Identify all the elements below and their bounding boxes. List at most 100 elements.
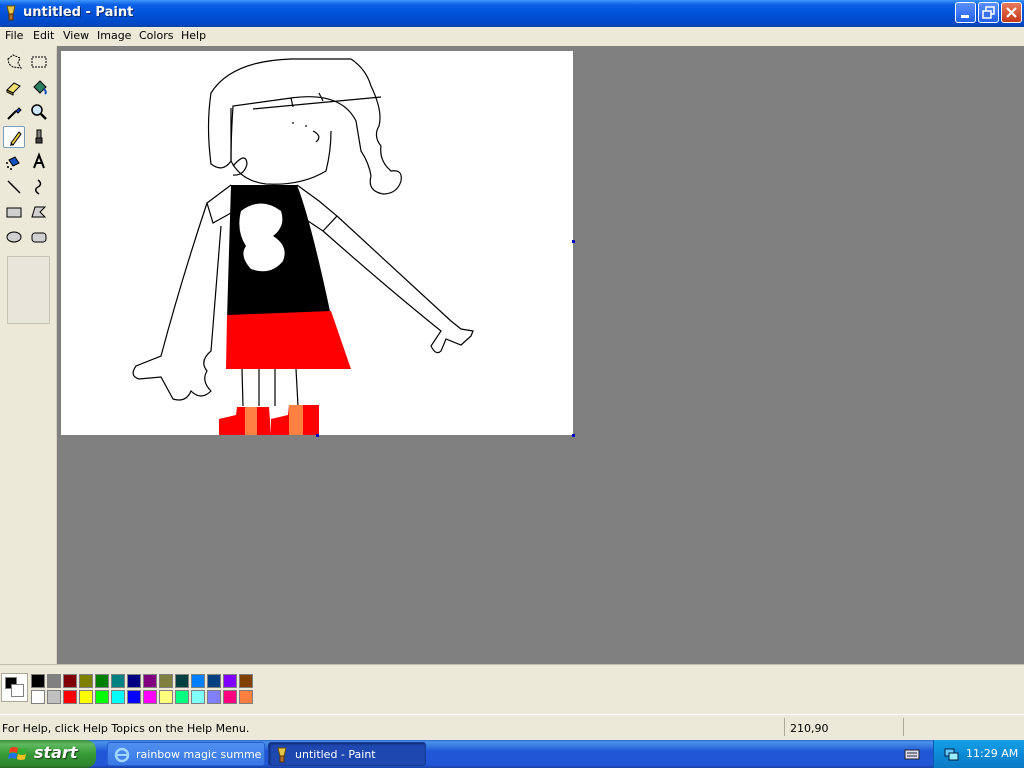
menu-colors[interactable]: Colors xyxy=(139,29,173,42)
fill-bucket-tool[interactable] xyxy=(28,76,50,98)
color-swatch[interactable] xyxy=(63,690,77,704)
restore-icon xyxy=(982,6,995,19)
color-swatch[interactable] xyxy=(159,690,173,704)
ellipse-tool[interactable] xyxy=(3,226,25,248)
magnifier-tool[interactable] xyxy=(28,101,50,123)
menu-file[interactable]: File xyxy=(5,29,23,42)
brush-icon xyxy=(35,129,43,144)
color-swatch[interactable] xyxy=(111,674,125,688)
color-picker-icon xyxy=(7,107,22,120)
polygon-icon xyxy=(31,206,47,218)
rounded-rectangle-icon xyxy=(31,232,47,243)
background-color xyxy=(11,684,24,697)
line-tool[interactable] xyxy=(3,176,25,198)
workspace xyxy=(57,46,1024,664)
keyboard-icon[interactable] xyxy=(904,747,920,761)
close-icon xyxy=(1006,7,1017,18)
rectangle-select-tool[interactable] xyxy=(28,51,50,73)
color-swatch[interactable] xyxy=(143,690,157,704)
ellipse-icon xyxy=(6,231,22,243)
fill-bucket-icon xyxy=(33,80,47,95)
color-swatch[interactable] xyxy=(127,690,141,704)
start-button[interactable]: start xyxy=(0,740,96,768)
menu-view[interactable]: View xyxy=(63,29,89,42)
color-swatch[interactable] xyxy=(31,690,45,704)
color-swatch[interactable] xyxy=(127,674,141,688)
color-swatch[interactable] xyxy=(79,674,93,688)
windows-logo-icon xyxy=(8,747,27,760)
pencil-tool[interactable] xyxy=(3,126,25,148)
network-icon[interactable] xyxy=(943,746,959,762)
menu-help[interactable]: Help xyxy=(181,29,206,42)
color-swatch[interactable] xyxy=(47,690,61,704)
color-swatch[interactable] xyxy=(191,674,205,688)
airbrush-icon xyxy=(6,156,20,170)
color-swatch[interactable] xyxy=(47,674,61,688)
paint-app-icon xyxy=(277,747,287,763)
taskbar-item-label: rainbow magic summe... xyxy=(136,748,262,761)
color-swatch[interactable] xyxy=(223,690,237,704)
rounded-rectangle-tool[interactable] xyxy=(28,226,50,248)
tool-box xyxy=(0,46,57,664)
color-swatch[interactable] xyxy=(191,690,205,704)
free-form-select-icon xyxy=(7,54,22,69)
color-swatch[interactable] xyxy=(175,690,189,704)
menu-image[interactable]: Image xyxy=(97,29,131,42)
system-tray: 11:29 AM xyxy=(933,740,1024,768)
eraser-tool[interactable] xyxy=(3,76,25,98)
text-tool[interactable] xyxy=(28,151,50,173)
magnifier-icon xyxy=(31,104,47,120)
color-swatch[interactable] xyxy=(143,674,157,688)
airbrush-tool[interactable] xyxy=(3,151,25,173)
rectangle-tool[interactable] xyxy=(3,201,25,223)
taskbar-item-label: untitled - Paint xyxy=(295,748,376,761)
color-swatch[interactable] xyxy=(95,690,109,704)
rectangle-icon xyxy=(6,207,22,218)
taskbar: start rainbow magic summe... untitled - … xyxy=(0,740,1024,768)
window-title: untitled - Paint xyxy=(23,5,134,20)
canvas-resize-handle-bottom[interactable] xyxy=(316,434,319,437)
minimize-icon xyxy=(961,15,969,18)
status-divider xyxy=(903,718,904,736)
color-swatch[interactable] xyxy=(63,674,77,688)
status-help-text: For Help, click Help Topics on the Help … xyxy=(2,722,250,735)
start-label: start xyxy=(34,743,78,762)
color-swatch[interactable] xyxy=(175,674,189,688)
canvas-resize-handle-right[interactable] xyxy=(572,240,575,243)
drawing-canvas[interactable] xyxy=(61,51,573,435)
curve-tool[interactable] xyxy=(28,176,50,198)
color-swatch[interactable] xyxy=(239,690,253,704)
tool-options-box[interactable] xyxy=(7,256,50,324)
text-icon xyxy=(33,152,45,169)
color-swatch[interactable] xyxy=(159,674,173,688)
polygon-tool[interactable] xyxy=(28,201,50,223)
brush-tool[interactable] xyxy=(28,126,50,148)
color-swatch[interactable] xyxy=(79,690,93,704)
canvas-resize-handle-corner[interactable] xyxy=(572,434,575,437)
color-picker-tool[interactable] xyxy=(3,101,25,123)
taskbar-item-paint[interactable]: untitled - Paint xyxy=(268,742,426,766)
taskbar-item-browser[interactable]: rainbow magic summe... xyxy=(107,742,265,766)
color-swatch[interactable] xyxy=(207,690,221,704)
minimize-button[interactable] xyxy=(955,2,976,23)
eraser-icon xyxy=(6,82,21,96)
color-swatch[interactable] xyxy=(111,690,125,704)
close-button[interactable] xyxy=(1001,2,1022,23)
color-swatch[interactable] xyxy=(207,674,221,688)
line-icon xyxy=(7,180,21,194)
color-swatch[interactable] xyxy=(31,674,45,688)
color-swatch[interactable] xyxy=(95,674,109,688)
maximize-button[interactable] xyxy=(978,2,999,23)
free-form-select-tool[interactable] xyxy=(3,51,25,73)
clock: 11:29 AM xyxy=(966,747,1019,760)
cursor-coordinates: 210,90 xyxy=(790,722,829,735)
color-swatch[interactable] xyxy=(239,674,253,688)
current-colors[interactable] xyxy=(1,673,28,702)
menu-edit[interactable]: Edit xyxy=(33,29,54,42)
rectangle-select-icon xyxy=(31,56,47,68)
color-swatch[interactable] xyxy=(223,674,237,688)
internet-explorer-icon xyxy=(114,747,130,763)
pencil-icon xyxy=(10,131,22,146)
title-bar[interactable]: untitled - Paint xyxy=(0,0,1024,27)
color-box xyxy=(0,664,1024,715)
